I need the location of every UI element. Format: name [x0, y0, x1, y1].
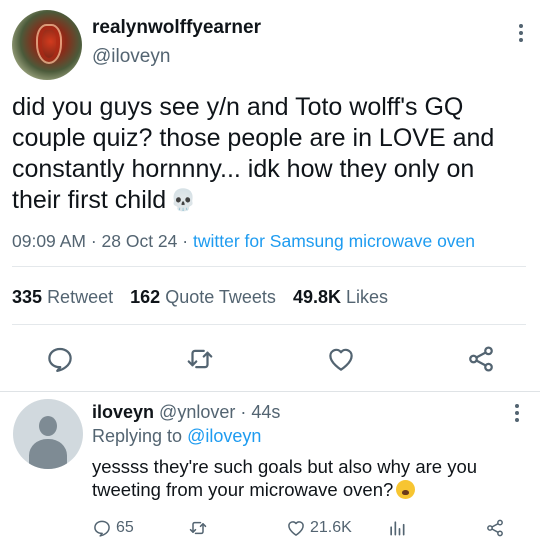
- share-icon: [487, 519, 503, 537]
- like-icon: [288, 521, 304, 536]
- tweet-metadata: 09:09 AM · 28 Oct 24 · twitter for Samsu…: [12, 231, 476, 251]
- analytics-icon: [390, 521, 405, 536]
- skull-emoji-icon: 💀: [170, 189, 197, 212]
- like-icon[interactable]: [326, 344, 356, 374]
- likes-stat[interactable]: 49.8K Likes: [293, 287, 388, 307]
- tweet-text: did you guys see y/n and Toto wolff's GQ…: [12, 93, 495, 214]
- reply-button[interactable]: 65: [92, 518, 134, 538]
- share-button[interactable]: [485, 518, 505, 538]
- replying-to-handle[interactable]: @iloveyn: [187, 426, 261, 446]
- retweet-stat[interactable]: 335 Retweet: [12, 287, 113, 307]
- divider: [12, 266, 526, 267]
- divider: [12, 324, 526, 325]
- tweet-source[interactable]: twitter for Samsung microwave oven: [193, 231, 475, 251]
- retweet-icon[interactable]: [185, 344, 215, 374]
- reply-header: iloveyn @ynlover · 44s: [92, 402, 281, 422]
- main-tweet: realynwolffyearner @iloveyn did you guys…: [0, 0, 540, 392]
- more-options-icon[interactable]: [518, 24, 524, 44]
- retweet-icon: [189, 521, 207, 535]
- like-button[interactable]: 21.6K: [286, 518, 352, 538]
- analytics-button[interactable]: [387, 518, 407, 538]
- avatar[interactable]: [12, 10, 82, 80]
- weary-face-emoji-icon: [396, 480, 416, 499]
- reply-text: yessss they're such goals but also why a…: [92, 456, 478, 500]
- like-count: 21.6K: [310, 519, 352, 536]
- reply-icon: [94, 520, 110, 537]
- tweet-time[interactable]: 09:09 AM: [12, 231, 86, 251]
- quote-tweet-stat[interactable]: 162 Quote Tweets: [130, 287, 276, 307]
- replying-to: Replying to @iloveyn: [92, 426, 262, 446]
- more-options-icon[interactable]: [514, 404, 520, 424]
- reply-time[interactable]: 44s: [251, 402, 280, 422]
- reply-tweet: iloveyn @ynlover · 44s Replying to @ilov…: [0, 392, 540, 550]
- retweet-button[interactable]: [188, 518, 208, 538]
- reply-count: 65: [116, 519, 134, 536]
- reply-icon[interactable]: [45, 344, 75, 374]
- reply-handle[interactable]: @ynlover: [159, 402, 235, 422]
- tweet-date[interactable]: 28 Oct 24: [102, 231, 178, 251]
- user-handle[interactable]: @iloveyn: [92, 46, 170, 68]
- reply-display-name[interactable]: iloveyn: [92, 402, 154, 422]
- display-name[interactable]: realynwolffyearner: [92, 17, 261, 39]
- tweet-stats: 335 Retweet 162 Quote Tweets 49.8K Likes: [12, 287, 388, 308]
- avatar[interactable]: [13, 399, 83, 469]
- share-icon[interactable]: [466, 344, 496, 374]
